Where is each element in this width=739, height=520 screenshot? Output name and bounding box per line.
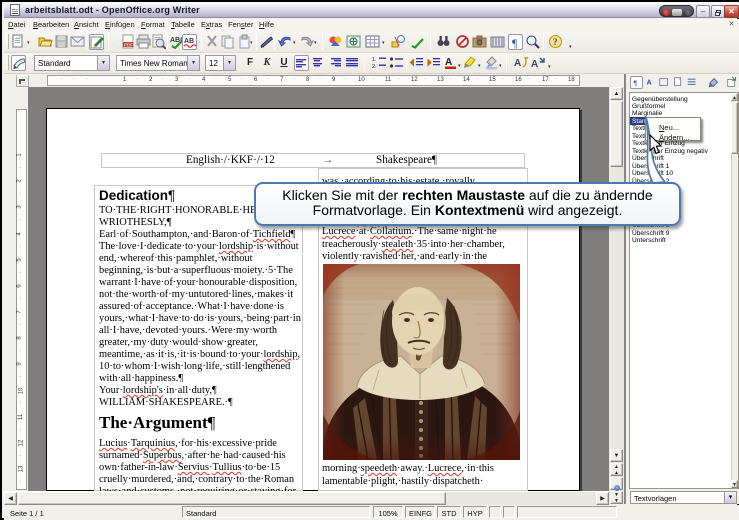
- svg-text:¶: ¶: [512, 36, 518, 50]
- svg-text:AB: AB: [184, 38, 194, 45]
- svg-text:?: ?: [553, 37, 558, 47]
- svg-text:¶: ¶: [634, 79, 638, 88]
- svg-text:A: A: [514, 58, 521, 69]
- svg-text:A: A: [531, 59, 538, 70]
- svg-text:PDF: PDF: [124, 43, 133, 48]
- svg-text:1.: 1.: [372, 57, 377, 63]
- svg-text:A: A: [445, 57, 452, 68]
- svg-text:2.: 2.: [372, 64, 377, 70]
- svg-text:A: A: [647, 80, 652, 87]
